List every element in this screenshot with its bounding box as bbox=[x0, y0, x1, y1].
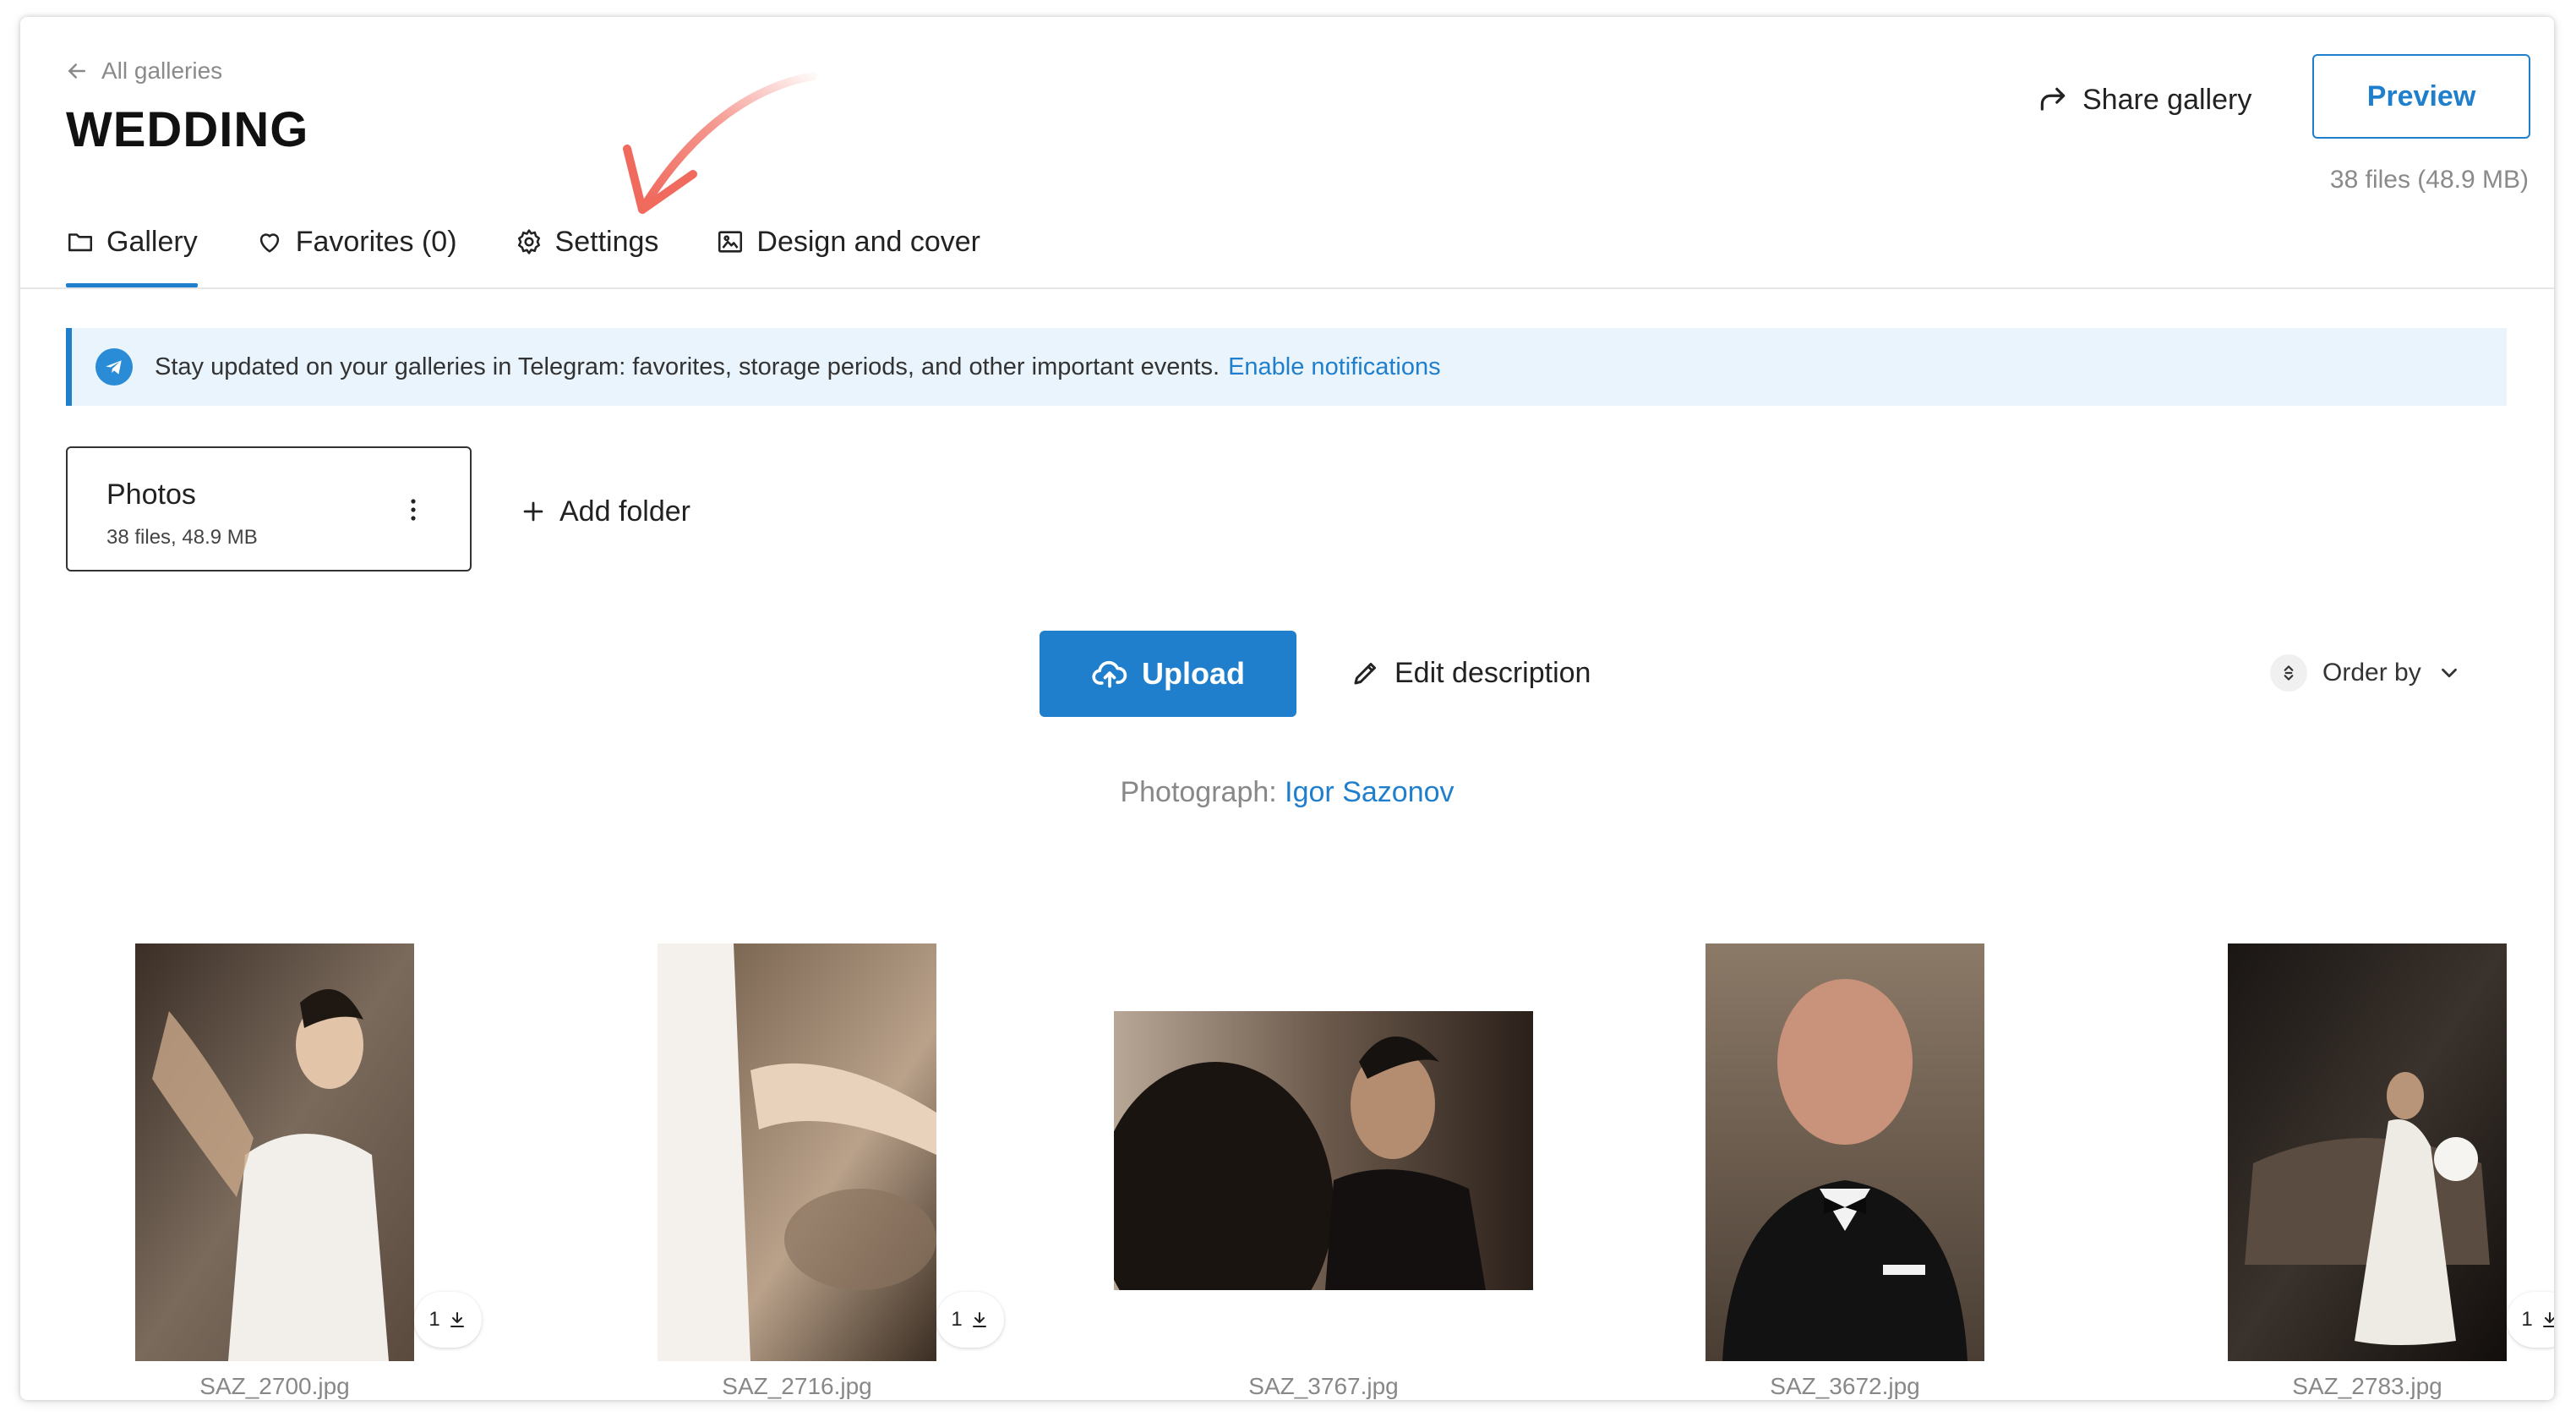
upload-button[interactable]: Upload bbox=[1040, 631, 1296, 717]
back-to-galleries-link[interactable]: All galleries bbox=[64, 54, 222, 88]
share-gallery-label: Share gallery bbox=[2082, 83, 2252, 116]
download-count-badge[interactable]: 1 bbox=[2507, 1292, 2554, 1348]
sort-icon bbox=[2270, 654, 2307, 692]
folder-card-photos[interactable]: Photos 38 files, 48.9 MB bbox=[66, 446, 472, 572]
enable-notifications-link[interactable]: Enable notifications bbox=[1228, 353, 1441, 381]
folder-meta: 38 files, 48.9 MB bbox=[106, 526, 258, 549]
photo-thumbnail[interactable] bbox=[135, 943, 414, 1361]
tab-gallery[interactable]: Gallery bbox=[66, 215, 198, 287]
photographer-name-link[interactable]: Igor Sazonov bbox=[1285, 776, 1454, 808]
tab-gallery-label: Gallery bbox=[106, 225, 198, 258]
download-count-badge[interactable]: 1 bbox=[414, 1292, 482, 1348]
tab-bar: Gallery Favorites (0) Settings Design an… bbox=[66, 215, 1038, 287]
photographer-prefix: Photograph: bbox=[1120, 776, 1277, 808]
banner-text: Stay updated on your galleries in Telegr… bbox=[155, 353, 1220, 380]
edit-description-button[interactable]: Edit description bbox=[1351, 649, 1591, 697]
folder-icon bbox=[68, 233, 93, 252]
photo-thumbnail[interactable] bbox=[1706, 943, 1984, 1361]
add-folder-button[interactable]: Add folder bbox=[519, 490, 690, 533]
share-arrow-icon bbox=[2040, 87, 2066, 111]
download-count: 1 bbox=[428, 1308, 440, 1331]
telegram-icon bbox=[96, 348, 133, 386]
arrow-left-icon bbox=[68, 63, 85, 79]
files-summary: 38 files (48.9 MB) bbox=[2329, 166, 2529, 194]
preview-button[interactable]: Preview bbox=[2312, 54, 2530, 139]
edit-description-label: Edit description bbox=[1394, 656, 1591, 689]
download-count: 1 bbox=[951, 1308, 963, 1331]
photo-thumbnail[interactable] bbox=[1114, 1011, 1533, 1290]
gallery-page: All galleries WEDDING Share gallery Prev… bbox=[20, 17, 2554, 1400]
tab-design-label: Design and cover bbox=[756, 225, 980, 258]
plus-icon bbox=[523, 501, 543, 522]
annotation-arrow bbox=[623, 72, 817, 214]
upload-label: Upload bbox=[1142, 656, 1245, 691]
header-divider bbox=[20, 287, 2554, 289]
photo-filename: SAZ_2700.jpg bbox=[199, 1373, 350, 1399]
download-icon bbox=[972, 1312, 986, 1327]
download-icon bbox=[2542, 1312, 2554, 1327]
more-vertical-icon[interactable] bbox=[409, 497, 418, 522]
download-count-badge[interactable]: 1 bbox=[936, 1292, 1004, 1348]
add-folder-label: Add folder bbox=[559, 495, 690, 528]
photo-filename: SAZ_3672.jpg bbox=[1770, 1373, 1920, 1399]
share-gallery-button[interactable]: Share gallery bbox=[2037, 76, 2251, 123]
gear-icon bbox=[517, 229, 540, 254]
folder-name: Photos bbox=[106, 479, 196, 511]
order-by-dropdown[interactable]: Order by bbox=[2270, 649, 2462, 697]
photo-filename: SAZ_2716.jpg bbox=[722, 1373, 872, 1399]
heart-icon bbox=[259, 233, 279, 253]
photo-thumbnail[interactable] bbox=[658, 943, 936, 1361]
tab-favorites[interactable]: Favorites (0) bbox=[255, 215, 457, 269]
cloud-upload-icon bbox=[1092, 660, 1127, 688]
image-icon bbox=[718, 231, 743, 253]
tab-favorites-label: Favorites (0) bbox=[295, 225, 457, 258]
telegram-banner: Stay updated on your galleries in Telegr… bbox=[66, 328, 2507, 406]
chevron-down-icon bbox=[2441, 668, 2457, 678]
download-count: 1 bbox=[2521, 1308, 2533, 1331]
tab-settings-label: Settings bbox=[554, 225, 659, 258]
download-icon bbox=[450, 1312, 464, 1327]
photo-filename: SAZ_2783.jpg bbox=[2292, 1373, 2442, 1399]
photo-thumbnail[interactable] bbox=[2228, 943, 2507, 1361]
back-link-label: All galleries bbox=[101, 57, 223, 84]
photographer-credit: Photograph: Igor Sazonov bbox=[20, 776, 2554, 809]
page-title: WEDDING bbox=[66, 102, 309, 157]
photo-filename: SAZ_3767.jpg bbox=[1248, 1373, 1399, 1399]
order-by-label: Order by bbox=[2322, 659, 2421, 686]
pencil-icon bbox=[1354, 663, 1376, 685]
